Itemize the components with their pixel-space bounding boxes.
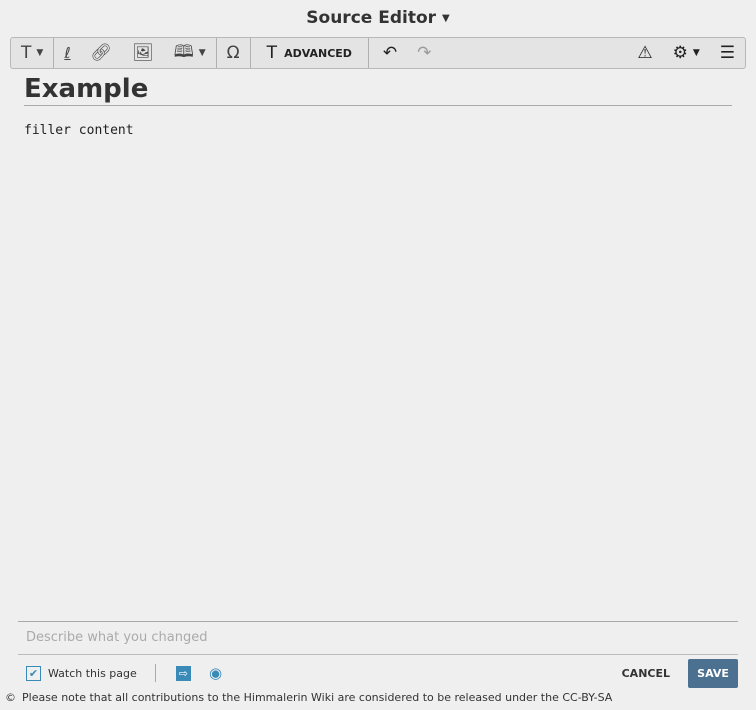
image-button[interactable]: 🖼︎ <box>122 38 164 68</box>
chevron-down-icon: ▼ <box>36 48 44 58</box>
chevron-down-icon: ▼ <box>198 48 206 58</box>
redo-icon: ↷ <box>417 43 432 63</box>
summary-placeholder: Describe what you changed <box>26 630 208 645</box>
page-options-button[interactable]: ⚙ ▼ <box>663 38 710 68</box>
watch-label: Watch this page <box>48 666 137 680</box>
book-icon: 🕮 <box>173 41 194 62</box>
warnings-button[interactable]: ⚠ <box>627 38 662 68</box>
cancel-button[interactable]: CANCEL <box>622 667 670 680</box>
preview-eye-icon[interactable]: ◉ <box>209 664 222 682</box>
text-style-icon: T <box>21 43 32 63</box>
cite-button[interactable]: 🕮 ▼ <box>164 38 216 68</box>
undo-button[interactable]: ↶ <box>369 38 407 68</box>
save-button[interactable]: SAVE <box>688 658 738 688</box>
undo-icon: ↶ <box>382 43 398 63</box>
watch-checkbox[interactable]: ✔ <box>26 665 41 681</box>
copyright-icon: © <box>5 691 16 704</box>
review-changes-icon[interactable]: ⇨ <box>175 665 192 681</box>
advanced-button[interactable]: T ADVANCED <box>251 38 368 68</box>
link-button[interactable]: 🔗︎ <box>81 38 123 68</box>
signature-button[interactable]: ℓ <box>54 38 80 68</box>
chevron-down-icon: ▼ <box>692 48 700 58</box>
warning-icon: ⚠ <box>637 43 653 63</box>
advanced-label: ADVANCED <box>284 46 352 60</box>
check-icon: ✔ <box>28 666 39 680</box>
redo-button[interactable]: ↷ <box>407 38 441 68</box>
editor-content[interactable]: filler content <box>24 123 134 138</box>
text-icon: T <box>266 43 278 63</box>
menu-icon: ☰ <box>719 43 735 63</box>
edit-summary-input[interactable]: Describe what you changed <box>18 621 738 655</box>
chevron-down-icon: ▼ <box>442 12 450 24</box>
toolbar: T ▼ ℓ 🔗︎ 🖼︎ 🕮 ▼ Ω T ADVANCED ↶ ↷ ⚠ ⚙ ▼ ☰ <box>10 37 746 69</box>
image-icon: 🖼︎ <box>132 43 154 63</box>
page-heading[interactable]: Example <box>24 74 732 106</box>
text-style-button[interactable]: T ▼ <box>11 38 53 68</box>
gear-icon: ⚙ <box>672 43 688 63</box>
license-note: Please note that all contributions to th… <box>22 691 613 704</box>
menu-button[interactable]: ☰ <box>710 38 745 68</box>
divider <box>154 664 156 682</box>
omega-icon: Ω <box>226 43 240 63</box>
signature-icon: ℓ <box>64 44 71 62</box>
link-icon: 🔗︎ <box>90 43 113 63</box>
editor-mode-dropdown[interactable]: Source Editor ▼ <box>0 8 756 28</box>
special-character-button[interactable]: Ω <box>217 38 250 68</box>
editor-title: Source Editor <box>306 8 437 28</box>
